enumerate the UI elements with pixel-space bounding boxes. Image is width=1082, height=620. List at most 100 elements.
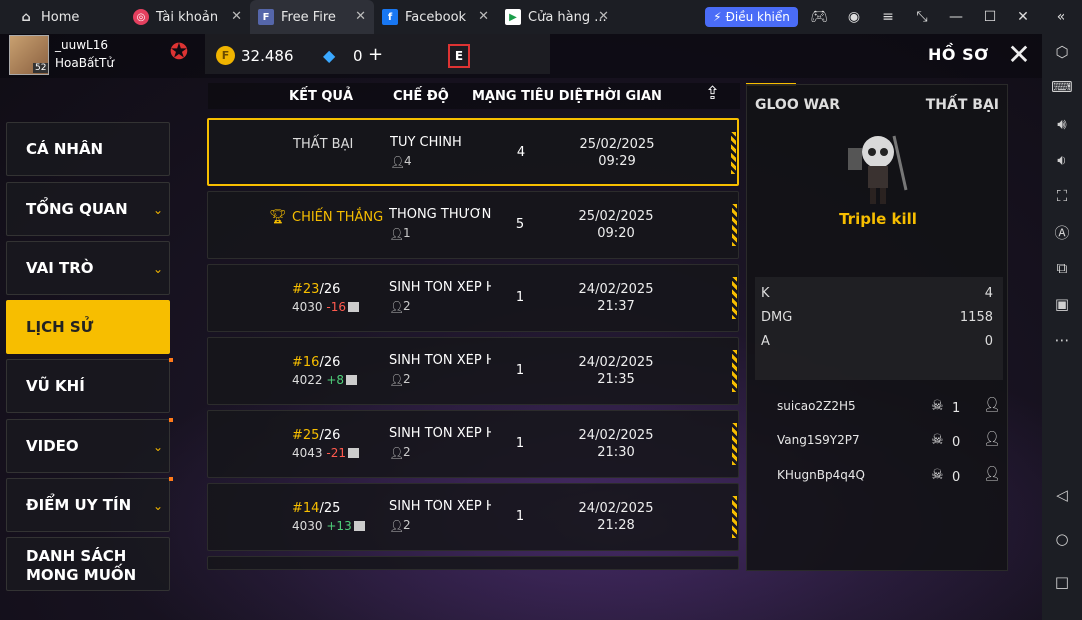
squad-size: 👤︎2	[389, 518, 411, 533]
back-icon[interactable]: ◁	[1052, 485, 1072, 505]
menu-item-weapons[interactable]: VŨ KHÍ	[6, 358, 173, 413]
stat-value: 0	[984, 334, 993, 349]
table-row[interactable]: THẤT BẠI TÙY CHỈNH 👤︎4 4 25/02/2025 09:2…	[207, 118, 739, 186]
row-stripe	[731, 132, 736, 174]
rank-points: 4022 +8	[292, 373, 358, 387]
table-row[interactable]: #16/26 4022 +8 SINH TỒN XẾP HẠ 👤︎2 1 24/…	[207, 337, 739, 405]
close-icon[interactable]: ✕	[231, 9, 242, 24]
instagram-icon: ◎	[133, 9, 149, 25]
add-friend-icon[interactable]: 👤︎	[983, 431, 1003, 449]
screenshot-icon[interactable]: ⛶	[1052, 186, 1072, 206]
rank-text: #14/25	[292, 501, 340, 516]
rank-badge-icon: ✪	[169, 40, 189, 65]
chevron-down-icon: ⌄	[152, 262, 163, 276]
column-header-kills: MẠNG TIÊU DIỆT	[472, 89, 593, 104]
multi-instance-icon[interactable]: ⧉	[1052, 258, 1072, 278]
person-icon: 👤︎	[389, 373, 405, 387]
points-delta: -16	[326, 300, 346, 314]
squad-size: 👤︎2	[389, 299, 411, 314]
close-icon[interactable]: ✕	[355, 9, 366, 24]
tab-play-store[interactable]: ▶ Cửa hàng ... ✕	[497, 0, 617, 34]
home-circle-icon[interactable]: ○	[1052, 529, 1072, 549]
macro-icon[interactable]: Ⓐ	[1052, 222, 1072, 242]
menu-item-label: ĐIỂM UY TÍN	[26, 496, 132, 514]
tab-facebook[interactable]: f Facebook ✕	[374, 0, 497, 34]
row-stripe	[732, 423, 737, 465]
add-diamond-button[interactable]: +	[368, 44, 383, 65]
menu-item-roles[interactable]: VAI TRÒ ⌄	[6, 241, 170, 295]
settings-icon[interactable]: ⬡	[1052, 42, 1072, 62]
row-stripe	[732, 350, 737, 392]
elite-pass-icon[interactable]: E	[448, 44, 470, 68]
tab-free-fire-label: Free Fire	[281, 9, 336, 25]
table-row[interactable]: #23/26 4030 -16 SINH TỒN XẾP HẠ 👤︎2 1 24…	[207, 264, 739, 332]
control-button[interactable]: ⚡ Điều khiển	[705, 7, 798, 27]
menu-item-overview[interactable]: TỔNG QUAN ⌄	[6, 182, 170, 236]
volume-up-icon[interactable]: 🔊︎	[1052, 114, 1072, 134]
menu-item-label: VIDEO	[26, 437, 79, 455]
diamond-icon: ◆	[323, 46, 336, 65]
account-icon[interactable]: ◉	[845, 8, 863, 26]
rank-points: 4043 -21	[292, 446, 359, 460]
recents-icon[interactable]: □	[1052, 572, 1072, 592]
menu-item-wishlist[interactable]: DANH SÁCH MONG MUỐN	[6, 537, 170, 591]
volume-down-icon[interactable]: 🔉︎	[1052, 150, 1072, 170]
gamepad-icon[interactable]: 🎮︎	[810, 8, 828, 26]
stat-label: DMG	[761, 310, 793, 325]
table-row[interactable]: #25/26 4043 -21 SINH TỒN XẾP HẠ 👤︎2 1 24…	[207, 410, 739, 478]
menu-item-label: LỊCH SỬ	[26, 318, 94, 336]
match-date: 24/02/2025	[578, 428, 654, 443]
username: _uuwL16	[55, 38, 108, 52]
match-time: 09:20	[597, 226, 635, 241]
match-date: 24/02/2025	[578, 282, 654, 297]
menu-icon[interactable]: ≡	[879, 8, 897, 26]
facebook-icon: f	[382, 9, 398, 25]
collapse-sidebar-icon[interactable]: «	[1052, 8, 1070, 26]
points-value: 4030	[292, 300, 323, 314]
column-header-result: KẾT QUẢ	[289, 89, 354, 104]
points-delta: +13	[326, 519, 352, 533]
page-title: HỒ SƠ	[928, 45, 989, 64]
add-friend-icon[interactable]: 👤︎	[983, 397, 1003, 415]
maximize-icon[interactable]: ☐	[981, 8, 999, 26]
tab-free-fire[interactable]: F Free Fire ✕	[250, 0, 374, 34]
menu-item-history[interactable]: LỊCH SỬ	[6, 300, 170, 354]
shrink-icon[interactable]: ⤡	[913, 8, 931, 26]
tab-account[interactable]: ◎ Tài khoản ✕	[125, 0, 250, 34]
stat-value: 1158	[959, 310, 993, 325]
trophy-icon: 🏆︎	[269, 209, 287, 225]
control-button-label: Điều khiển	[725, 10, 790, 24]
row-stripe	[732, 204, 737, 246]
close-icon[interactable]: ✕	[478, 9, 489, 24]
close-icon[interactable]: ✕	[1006, 41, 1032, 69]
menu-item-credit-score[interactable]: ĐIỂM UY TÍN ⌄	[6, 477, 173, 532]
share-icon[interactable]: ⇪	[705, 83, 731, 105]
note-icon	[347, 448, 359, 458]
menu-item-video[interactable]: VIDEO ⌄	[6, 418, 173, 473]
kills-count: 5	[515, 217, 525, 232]
result-text: THẤT BẠI	[293, 137, 354, 152]
squad-size: 👤︎1	[389, 226, 411, 241]
table-row[interactable]: 🏆︎ CHIẾN THẮNG THÔNG THƯỜNG-I 👤︎1 5 25/0…	[207, 191, 739, 259]
tab-home[interactable]: ⌂ Home	[0, 0, 125, 34]
keyboard-icon[interactable]: ⌨	[1051, 77, 1073, 97]
apk-icon[interactable]: ▣	[1052, 294, 1072, 314]
table-row-partial	[207, 556, 739, 570]
minimize-icon[interactable]: —	[947, 8, 965, 26]
points-delta: +8	[326, 373, 345, 387]
squad-size-value: 2	[403, 372, 411, 386]
close-icon[interactable]: ✕	[598, 9, 609, 24]
mode-text: SINH TỒN XẾP HẠ	[389, 499, 491, 514]
table-row[interactable]: #14/25 4030 +13 SINH TỒN XẾP HẠ 👤︎2 1 24…	[207, 483, 739, 551]
close-window-icon[interactable]: ✕	[1014, 8, 1032, 26]
stat-label: A	[761, 334, 770, 349]
more-icon[interactable]: ⋯	[1052, 330, 1072, 350]
kills-count: 1	[515, 363, 525, 378]
add-friend-icon[interactable]: 👤︎	[983, 466, 1003, 484]
skull-icon: ☠	[931, 467, 944, 483]
menu-item-personal[interactable]: CÁ NHÂN	[6, 122, 170, 176]
menu-item-label: CÁ NHÂN	[26, 140, 104, 158]
mode-text: TÙY CHỈNH	[390, 135, 462, 150]
tab-account-label: Tài khoản	[156, 9, 219, 25]
tab-play-store-label: Cửa hàng ...	[528, 9, 607, 25]
